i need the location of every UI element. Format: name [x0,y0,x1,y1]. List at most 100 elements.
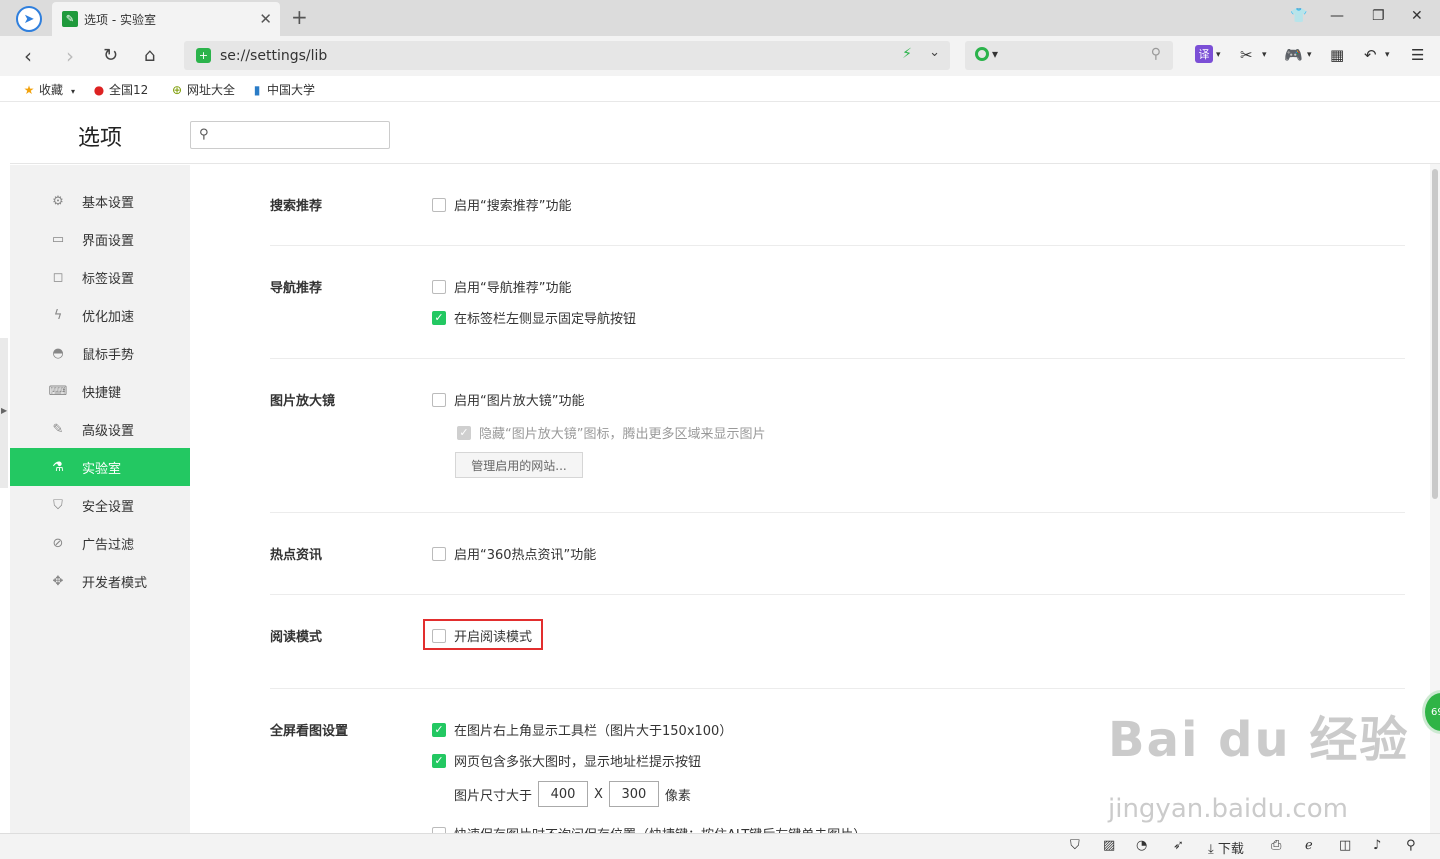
address-hint-checkbox[interactable]: ✓ [432,753,446,768]
side-panel-toggle[interactable]: ▶ [0,338,8,488]
search-engine-icon[interactable] [975,47,989,61]
active-tab[interactable]: ✎ 选项 - 实验室 ✕ [52,2,280,36]
browser-logo-icon[interactable]: ➤ [16,6,42,32]
tab-icon: ◻ [52,269,64,285]
engine-dropdown-icon[interactable]: ▾ [992,47,998,61]
bookmark-item[interactable]: ● 全国12 [92,81,149,98]
image-icon[interactable]: ▨ [1103,838,1115,853]
emblem-icon: ● [93,83,105,97]
security-shield-icon[interactable]: ⛉ [1070,838,1080,853]
tab-close-icon[interactable]: ✕ [259,10,272,28]
sidebar-item-developer[interactable]: ✥ 开发者模式 [10,562,190,600]
puzzle-icon: ✥ [52,573,64,589]
nav-recommend-option[interactable]: 启用“导航推荐”功能 [432,277,571,296]
hide-magnifier-option: ✓ 隐藏“图片放大镜”图标，腾出更多区域来显示图片 [457,423,765,442]
globe-icon: ⊕ [171,83,183,97]
chevron-down-icon[interactable]: ⌄ [929,45,940,60]
section-title-fullscreen: 全屏看图设置 [270,724,349,739]
status-bar: ⛉ ▨ ◔ ➶ ⤓ 下载 ⎙ ℯ ◫ ♪ ⚲ [0,833,1440,859]
game-icon[interactable]: 🎮 [1284,46,1303,64]
download-button[interactable]: ⤓ 下载 [1208,838,1244,857]
bookmark-favorites[interactable]: ★ 收藏 ▾ [22,81,75,98]
nav-button-checkbox[interactable]: ✓ [432,310,446,325]
window-mode-icon[interactable]: ◫ [1339,838,1351,853]
hot-news-checkbox[interactable] [432,546,446,561]
nav-button-option[interactable]: ✓ 在标签栏左侧显示固定导航按钮 [432,308,636,327]
scrollbar-thumb[interactable] [1432,169,1438,499]
sidebar-item-mouse[interactable]: ◓ 鼠标手势 [10,334,190,372]
book-icon: ▮ [253,83,261,97]
address-hint-option[interactable]: ✓ 网页包含多张大图时，显示地址栏提示按钮 [432,751,701,770]
divider [270,358,1405,359]
shield-icon: ⛉ [53,497,63,513]
volume-icon[interactable]: ♪ [1373,838,1381,853]
bookmark-item[interactable]: ▮ 中国大学 [250,81,315,98]
close-window-icon[interactable]: ✕ [1411,8,1423,24]
scissors-icon[interactable]: ✂ [1240,46,1253,64]
printer-icon[interactable]: ⎙ [1271,838,1281,853]
sidebar-item-advanced[interactable]: ✎ 高级设置 [10,410,190,448]
reload-icon[interactable]: ↻ [103,45,118,66]
forward-icon[interactable]: › [66,44,74,68]
image-width-input[interactable]: 400 [538,781,589,807]
search-box[interactable]: ▾ ⚲ [965,41,1173,70]
keyboard-icon: ⌨ [48,383,68,399]
sidebar-item-lab[interactable]: ⚗ 实验室 [10,448,190,486]
navigation-toolbar: ‹ › ↻ ⌂ + se://settings/lib ⚡ ⌄ ▾ ⚲ 译 ▾ … [0,36,1440,76]
nav-recommend-checkbox[interactable] [432,279,446,294]
manage-sites-button[interactable]: 管理启用的网站... [455,452,583,478]
sidebar-item-shortcuts[interactable]: ⌨ 快捷键 [10,372,190,410]
apps-grid-icon[interactable]: ▦ [1330,46,1344,64]
search-recommend-option[interactable]: 启用“搜索推荐”功能 [432,195,571,214]
new-tab-icon[interactable]: + [291,5,308,29]
sidebar-item-adblock[interactable]: ⊘ 广告过滤 [10,524,190,562]
menu-icon[interactable]: ☰ [1411,46,1424,64]
sidebar-item-basic[interactable]: ⚙ 基本设置 [10,182,190,220]
toolbar-option[interactable]: ✓ 在图片右上角显示工具栏（图片大于150x100） [432,720,732,739]
back-icon[interactable]: ‹ [24,44,32,68]
bookmark-item[interactable]: ⊕ 网址大全 [170,81,235,98]
image-height-input[interactable]: 300 [608,781,659,807]
home-icon[interactable]: ⌂ [144,45,155,66]
highlight-box [423,619,543,650]
favorites-dropdown-icon[interactable]: ▾ [71,87,75,96]
toolbar-checkbox[interactable]: ✓ [432,722,446,737]
image-size-row: 图片尺寸大于 400 X 300 像素 [454,781,691,807]
scissors-dropdown-icon[interactable]: ▾ [1262,50,1267,60]
section-title-search: 搜索推荐 [270,199,323,214]
bookmark-bar: ★ 收藏 ▾ ● 全国12 ⊕ 网址大全 ▮ 中国大学 [0,76,1440,102]
translate-icon[interactable]: 译 [1195,45,1213,63]
sidebar-item-interface[interactable]: ▭ 界面设置 [10,220,190,258]
undo-close-icon[interactable]: ↶ [1364,46,1377,64]
accelerate-icon[interactable]: ◔ [1136,838,1147,853]
quick-save-option[interactable]: 快速保存图片时不询问保存位置（快捷键：按住ALT键后左键单击图片） [432,824,866,833]
minimize-icon[interactable]: — [1330,8,1344,24]
speed-mode-icon[interactable]: ⚡ [902,46,912,62]
zoom-search-icon[interactable]: ⚲ [1406,838,1416,853]
translate-dropdown-icon[interactable]: ▾ [1216,50,1221,60]
gear-icon: ⚙ [52,193,64,209]
address-bar[interactable]: + se://settings/lib ⚡ ⌄ [184,41,950,70]
ie-mode-icon[interactable]: ℯ [1305,838,1313,853]
sidebar-item-tabs[interactable]: ◻ 标签设置 [10,258,190,296]
rocket-icon[interactable]: ➶ [1173,838,1184,853]
search-recommend-checkbox[interactable] [432,197,446,212]
section-title-reading: 阅读模式 [270,630,323,645]
settings-sidebar: ⚙ 基本设置 ▭ 界面设置 ◻ 标签设置 ϟ 优化加速 ◓ 鼠标手势 ⌨ 快捷键 ✎ 高级设置… [10,165,190,833]
game-dropdown-icon[interactable]: ▾ [1307,50,1312,60]
sidebar-item-security[interactable]: ⛉ 安全设置 [10,486,190,524]
restore-icon[interactable]: ❐ [1372,8,1385,24]
tab-bar: ➤ ✎ 选项 - 实验室 ✕ + 👕 — ❐ ✕ [0,0,1440,36]
settings-search-input[interactable]: ⚲ [190,121,390,149]
block-icon: ⊘ [52,535,64,551]
undo-dropdown-icon[interactable]: ▾ [1385,50,1390,60]
expand-arrow-icon: ▶ [1,406,8,415]
tab-title: 选项 - 实验室 [84,12,156,27]
magnifier-checkbox[interactable] [432,392,446,407]
skin-icon[interactable]: 👕 [1290,8,1307,24]
lab-favicon-icon: ✎ [62,11,78,27]
search-icon[interactable]: ⚲ [1151,46,1161,62]
magnifier-option[interactable]: 启用“图片放大镜”功能 [432,390,584,409]
sidebar-item-speed[interactable]: ϟ 优化加速 [10,296,190,334]
hot-news-option[interactable]: 启用“360热点资讯”功能 [432,544,596,563]
